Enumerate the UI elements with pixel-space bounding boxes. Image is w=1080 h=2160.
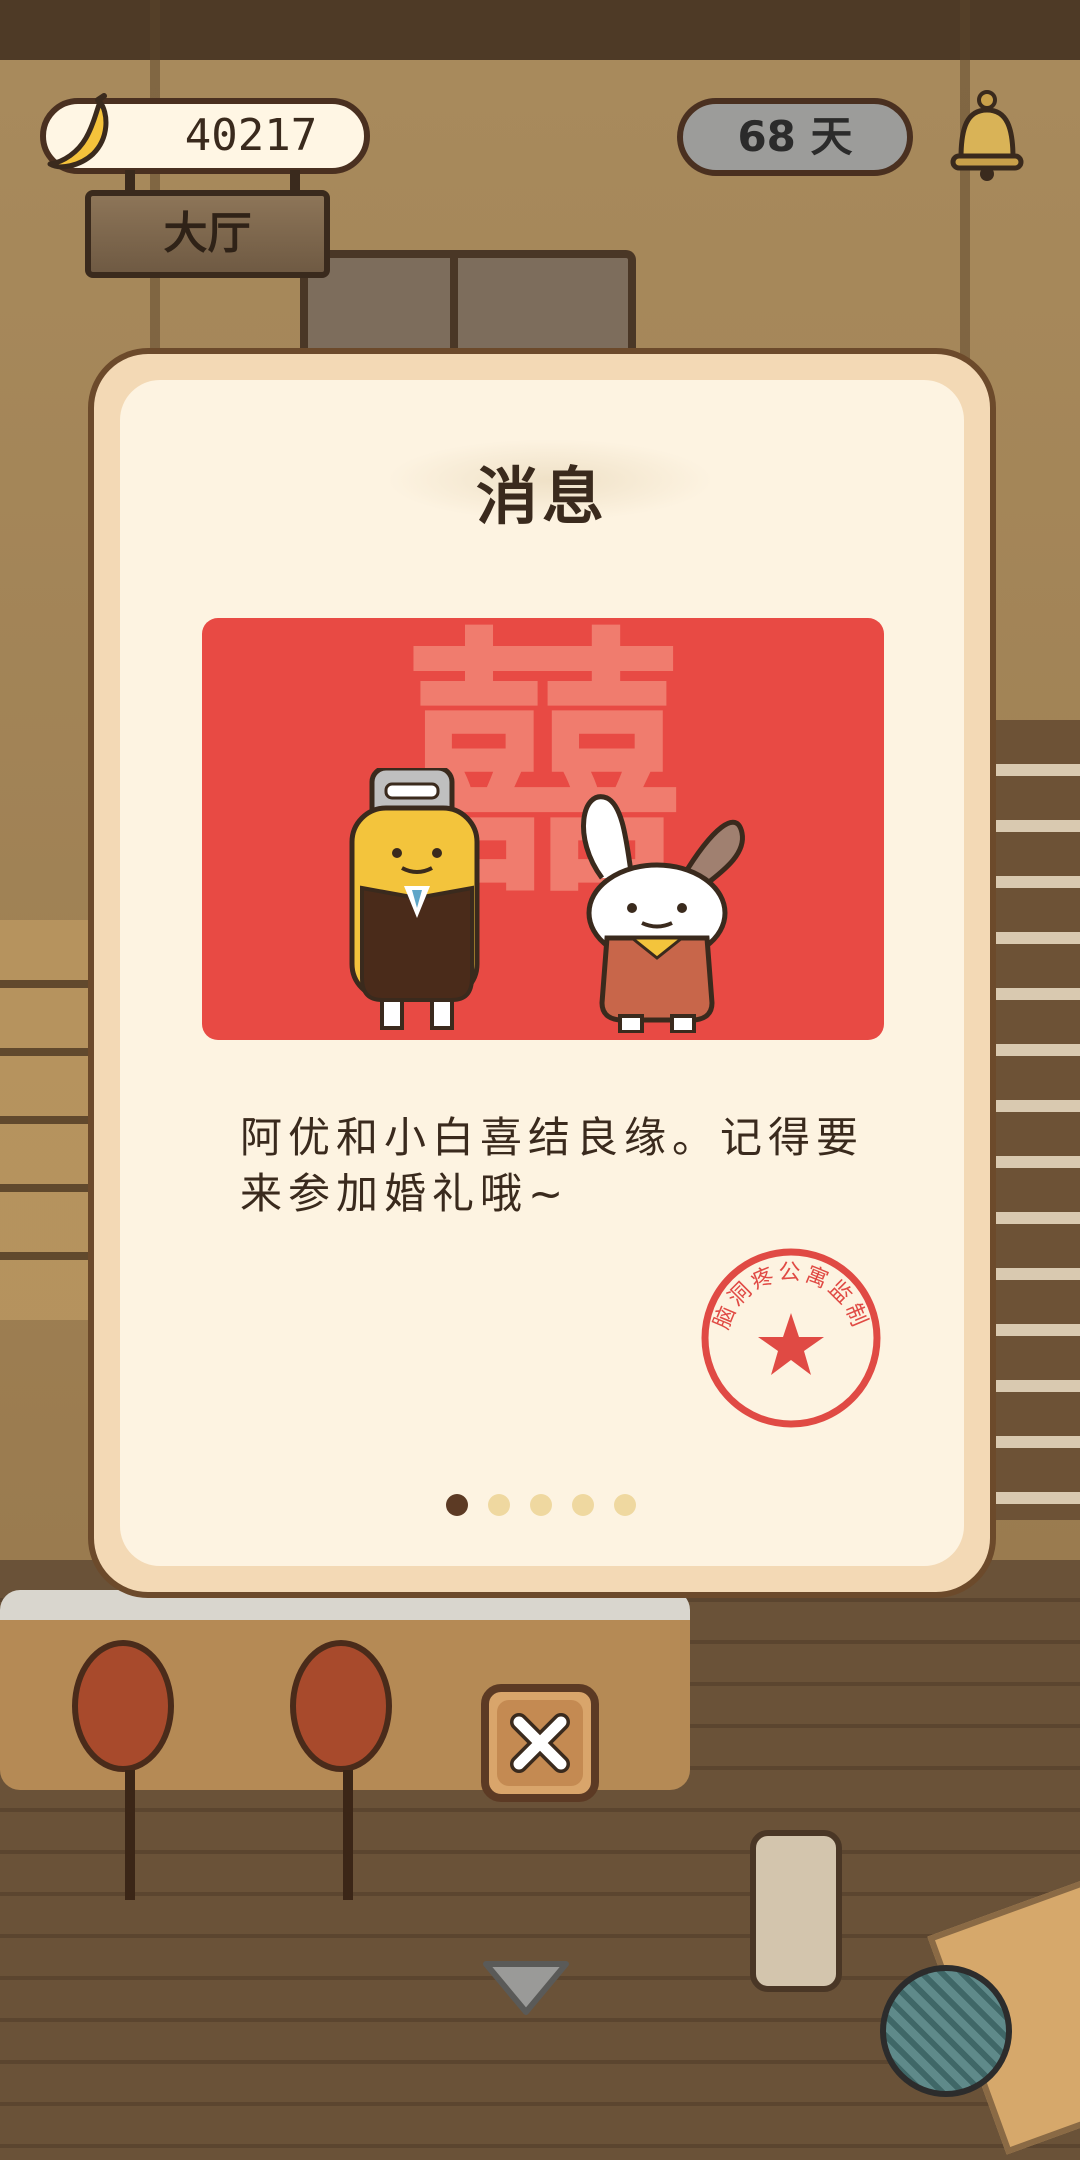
bar-stool: [290, 1640, 392, 1772]
bottle-shelf: [0, 920, 90, 1320]
ayou-character: [349, 768, 480, 1030]
page-dot[interactable]: [530, 1494, 552, 1516]
close-icon: [510, 1713, 570, 1773]
close-button[interactable]: [481, 1684, 599, 1802]
banana-count: 40217: [184, 110, 318, 161]
location-sign[interactable]: 大厅: [85, 190, 330, 278]
official-seal-stamp: 脑洞疼公寓监制: [701, 1248, 881, 1428]
chevron-down-icon[interactable]: [480, 1958, 572, 2018]
bar-stool: [72, 1640, 174, 1772]
banana-jar[interactable]: [750, 1830, 842, 1992]
stool-leg: [343, 1770, 353, 1900]
page-dot-active[interactable]: [446, 1494, 468, 1516]
message-text: 阿优和小白喜结良缘。记得要来参加婚礼哦~: [240, 1113, 865, 1218]
stool-leg: [125, 1770, 135, 1900]
page-dot[interactable]: [572, 1494, 594, 1516]
bell-icon[interactable]: [945, 88, 1029, 184]
page-dot[interactable]: [488, 1494, 510, 1516]
dialog-title: 消息: [475, 460, 608, 533]
double-happiness-char: 囍: [403, 618, 683, 931]
ceiling: [0, 0, 1080, 60]
staircase: [990, 720, 1080, 1520]
banana-counter: 40217: [40, 93, 370, 174]
yarn-ball-icon[interactable]: [880, 1965, 1012, 2097]
xiaobai-character: [581, 794, 745, 1033]
banana-icon: [47, 93, 109, 170]
page-indicator: [446, 1494, 636, 1518]
day-counter: 68 天: [677, 98, 913, 176]
page-dot[interactable]: [614, 1494, 636, 1516]
wedding-card-image: 囍: [202, 618, 884, 1040]
